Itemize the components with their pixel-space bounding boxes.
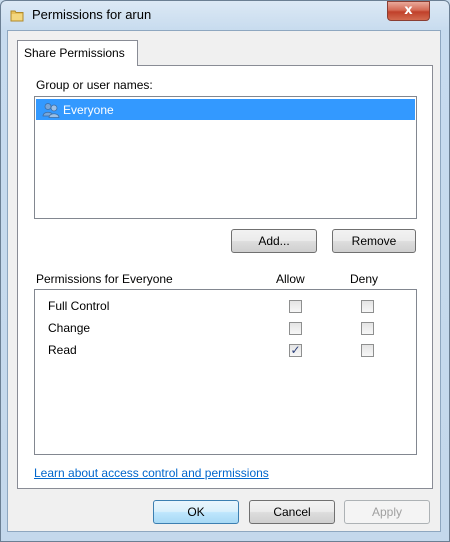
deny-checkbox[interactable] — [361, 300, 374, 313]
list-item-label: Everyone — [63, 103, 114, 117]
apply-button[interactable]: Apply — [344, 500, 430, 524]
permission-row-full-control: Full Control — [35, 295, 416, 317]
deny-checkbox[interactable] — [361, 322, 374, 335]
users-icon — [42, 102, 62, 118]
permissions-table: Full Control Change Read ✓ — [34, 289, 417, 455]
folder-icon — [10, 8, 24, 22]
ok-button[interactable]: OK — [153, 500, 239, 524]
deny-column-header: Deny — [350, 272, 379, 286]
close-icon: x — [404, 3, 413, 18]
permission-name: Full Control — [48, 299, 110, 313]
tab-share-permissions[interactable]: Share Permissions — [17, 40, 138, 66]
title-bar[interactable]: Permissions for arun x — [0, 0, 450, 30]
list-item[interactable]: Everyone — [36, 99, 415, 120]
remove-button[interactable]: Remove — [332, 229, 416, 253]
permission-name: Change — [48, 321, 91, 335]
deny-checkbox[interactable] — [361, 344, 374, 357]
help-link[interactable]: Learn about access control and permissio… — [34, 466, 269, 480]
allow-checkbox[interactable]: ✓ — [289, 343, 302, 357]
close-button[interactable]: x — [387, 1, 430, 21]
allow-checkbox[interactable] — [289, 322, 302, 335]
allow-column-header: Allow — [276, 272, 305, 286]
add-button[interactable]: Add... — [231, 229, 317, 253]
permission-row-read: Read ✓ — [35, 339, 416, 361]
allow-checkbox[interactable] — [289, 300, 302, 313]
permissions-label: Permissions for Everyone — [36, 272, 173, 286]
permission-name: Read — [48, 343, 77, 357]
permission-row-change: Change — [35, 317, 416, 339]
group-user-listbox[interactable]: Everyone — [34, 96, 417, 219]
checkmark-icon: ✓ — [290, 343, 301, 357]
cancel-button[interactable]: Cancel — [249, 500, 335, 524]
group-or-user-names-label: Group or user names: — [36, 78, 153, 92]
tab-label: Share Permissions — [24, 46, 125, 60]
window-title: Permissions for arun — [32, 7, 152, 22]
